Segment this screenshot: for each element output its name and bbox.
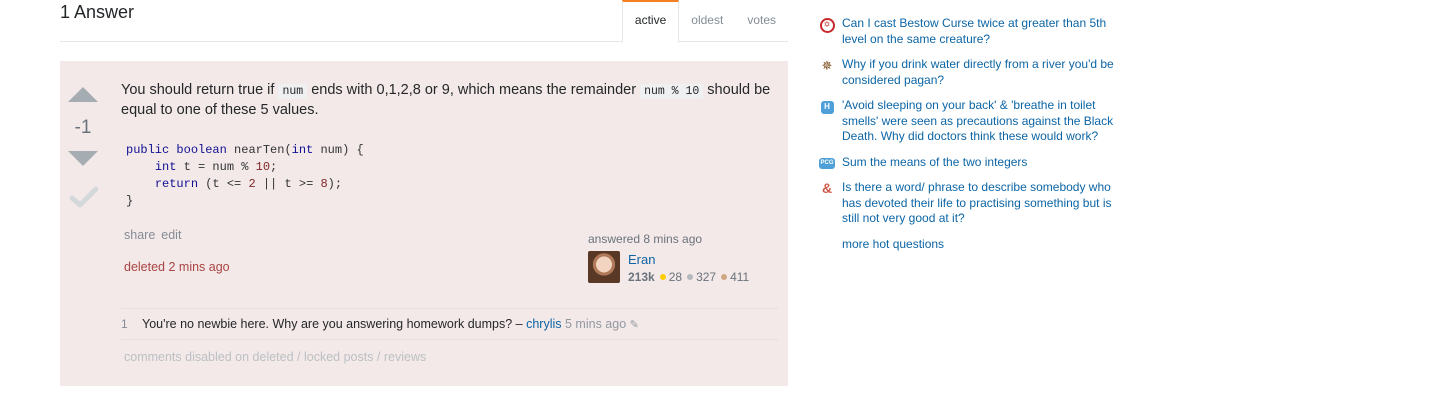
code-token: nearTen( <box>226 143 292 157</box>
user-card: answered 8 mins ago Eran 213k 28 327 411 <box>588 232 778 284</box>
tab-oldest[interactable]: oldest <box>679 0 735 40</box>
puzzling-icon: PCG <box>819 156 835 172</box>
hot-question-link[interactable]: H 'Avoid sleeping on your back' & 'breat… <box>819 98 1119 145</box>
user-avatar[interactable] <box>588 251 620 283</box>
rpg-icon: ✡ <box>819 17 835 33</box>
sort-tabs: active oldest votes <box>621 0 788 43</box>
bronze-badge-icon <box>721 274 728 280</box>
tab-votes[interactable]: votes <box>735 0 788 40</box>
post-menu: share edit <box>124 228 187 242</box>
hot-question-link[interactable]: ✡ Can I cast Bestow Curse twice at great… <box>819 16 1119 47</box>
mythology-icon: ✵ <box>821 58 833 74</box>
hot-question-title: Why if you drink water directly from a r… <box>842 57 1114 87</box>
inline-code-remainder: num % 10 <box>640 84 704 99</box>
user-reputation: 213k 28 327 411 <box>628 270 749 284</box>
code-token: num) { <box>313 143 364 157</box>
code-token: return <box>154 177 199 191</box>
hot-question-title: Sum the means of the two integers <box>842 154 1028 169</box>
answers-header: 1 Answer active oldest votes <box>60 0 788 43</box>
code-token: ; <box>270 160 278 174</box>
hot-question-link[interactable]: & Is there a word/ phrase to describe so… <box>819 180 1119 227</box>
code-token: (t <= <box>198 177 249 191</box>
deleted-answer: -1 You should return true if num ends wi… <box>60 61 788 386</box>
bronze-badge-count: 411 <box>730 270 750 284</box>
inline-code-num: num <box>278 84 308 99</box>
share-link[interactable]: share <box>124 228 155 242</box>
comment-body: You're no newbie here. Why are you answe… <box>142 309 639 340</box>
answer-text: You should return true if num ends with … <box>121 81 781 120</box>
hot-question-title: Can I cast Bestow Curse twice at greater… <box>842 16 1107 46</box>
vote-down-arrow-icon[interactable] <box>68 151 98 166</box>
accept-checkmark-icon[interactable] <box>70 185 98 209</box>
comments-section: 1 You're no newbie here. Why are you ans… <box>121 308 778 364</box>
history-icon: H <box>819 99 835 115</box>
comment: 1 You're no newbie here. Why are you ans… <box>121 309 778 340</box>
comment-date: 5 mins ago <box>565 317 627 331</box>
gold-badge-icon <box>659 274 666 280</box>
more-hot-questions-link[interactable]: more hot questions <box>819 237 1119 251</box>
comment-text: You're no newbie here. Why are you answe… <box>142 317 527 331</box>
silver-badge-icon <box>687 274 694 280</box>
code-token: int <box>291 143 314 157</box>
comment-user-link[interactable]: chrylis <box>526 317 561 331</box>
vote-count: -1 <box>74 117 92 138</box>
code-token: } <box>126 194 134 208</box>
code-token: int <box>154 160 177 174</box>
hot-network-questions: ✡ Can I cast Bestow Curse twice at great… <box>819 16 1119 251</box>
deleted-notice: deleted 2 mins ago <box>124 260 230 274</box>
gold-badge-count: 28 <box>668 270 683 284</box>
hot-question-link[interactable]: ✵ Why if you drink water directly from a… <box>819 57 1119 88</box>
comment-score: 1 <box>121 317 128 331</box>
tab-active[interactable]: active <box>621 0 680 43</box>
ell-icon: & <box>821 180 833 197</box>
hot-question-title: Is there a word/ phrase to describe some… <box>842 180 1112 225</box>
code-token: public <box>126 143 170 157</box>
hot-question-link[interactable]: PCG Sum the means of the two integers <box>819 155 1119 171</box>
answer-text-part: ends with 0,1,2,8 or 9, which means the … <box>307 82 641 98</box>
edit-link[interactable]: edit <box>161 228 181 242</box>
edited-pencil-icon: ✎ <box>629 319 639 331</box>
code-token: boolean <box>176 143 227 157</box>
answered-time: answered 8 mins ago <box>588 232 703 246</box>
answers-count-title: 1 Answer <box>60 2 135 22</box>
code-token: t = num % <box>176 160 256 174</box>
vote-up-arrow-icon[interactable] <box>68 87 98 102</box>
code-token: ); <box>327 177 343 191</box>
silver-badge-count: 327 <box>696 270 717 284</box>
code-token: 8 <box>320 177 328 191</box>
post-body: You should return true if num ends with … <box>121 81 781 214</box>
hot-question-title: 'Avoid sleeping on your back' & 'breathe… <box>842 98 1114 143</box>
code-block: public boolean nearTen(int num) { int t … <box>121 138 781 214</box>
reputation-score: 213k <box>628 270 655 284</box>
user-name-link[interactable]: Eran <box>628 252 655 267</box>
answer-text-part: You should return true if <box>121 82 279 98</box>
code-token: || t >= <box>255 177 321 191</box>
code-token: 2 <box>248 177 256 191</box>
comments-disabled-notice: comments disabled on deleted / locked po… <box>124 350 427 364</box>
code-token: 10 <box>255 160 271 174</box>
